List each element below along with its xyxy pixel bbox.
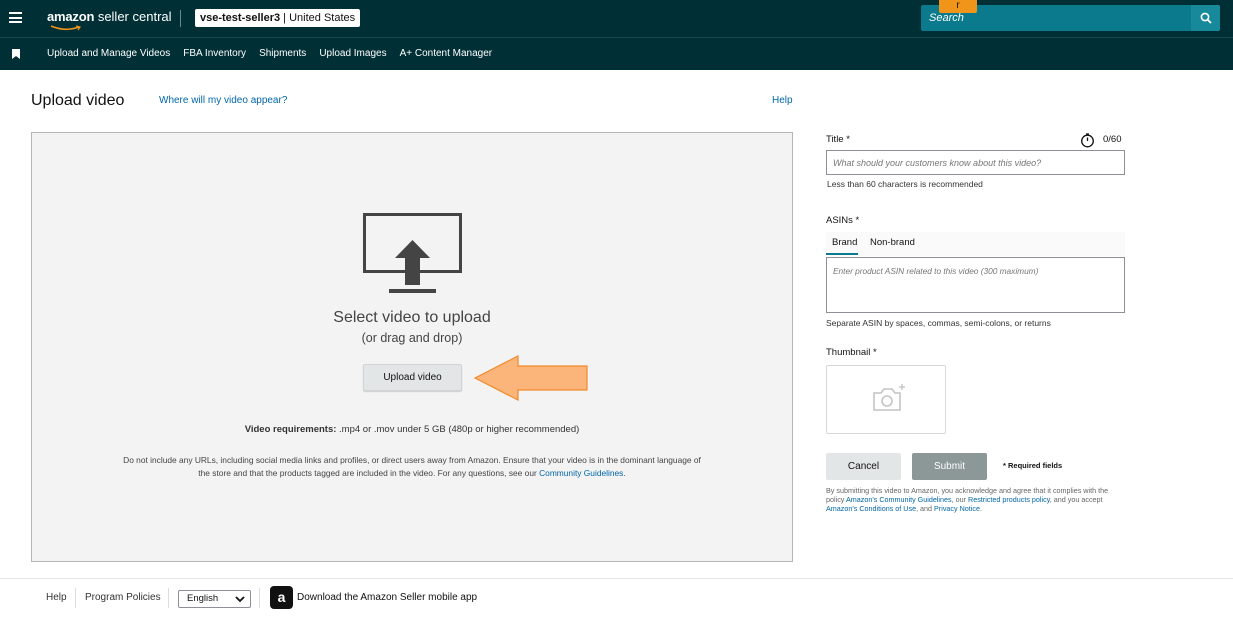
- nav-shipments[interactable]: Shipments: [259, 48, 306, 59]
- account-separator: |: [280, 12, 290, 24]
- logo-brand: amazon: [47, 9, 95, 24]
- footer-separator: [259, 588, 260, 608]
- app-icon-letter: a: [277, 589, 286, 605]
- submit-button[interactable]: Submit: [912, 453, 987, 480]
- nav-bar: Upload and Manage Videos FBA Inventory S…: [0, 37, 1233, 70]
- search-input[interactable]: Search: [929, 12, 964, 24]
- video-requirements-text: .mp4 or .mov under 5 GB (480p or higher …: [336, 424, 580, 435]
- language-select[interactable]: English: [178, 590, 251, 608]
- cancel-button[interactable]: Cancel: [826, 453, 901, 480]
- nav-a-plus-content-manager[interactable]: A+ Content Manager: [400, 48, 493, 59]
- logo-suffix: seller central: [94, 9, 172, 24]
- footer-separator: [168, 588, 169, 608]
- community-guidelines-legal-link[interactable]: Amazon's Community Guidelines: [846, 495, 952, 504]
- legal-notice: By submitting this video to Amazon, you …: [826, 486, 1126, 513]
- select-video-heading: Select video to upload: [333, 309, 491, 326]
- footer-divider: [0, 578, 1233, 579]
- legal-text-4: , and: [916, 504, 935, 513]
- where-video-appear-link[interactable]: Where will my video appear?: [159, 95, 287, 106]
- logo-divider: [180, 10, 181, 27]
- privacy-notice-link[interactable]: Privacy Notice: [934, 504, 980, 513]
- video-requirements: Video requirements: .mp4 or .mov under 5…: [32, 424, 792, 435]
- account-region: United States: [289, 12, 356, 24]
- title-char-count: 0/60: [1103, 134, 1122, 145]
- account-name: vse-test-seller3: [200, 12, 281, 24]
- legal-text-2: , our: [951, 495, 969, 504]
- asin-hint: Separate ASIN by spaces, commas, semi-co…: [826, 318, 1051, 328]
- nav-items: Upload and Manage Videos FBA Inventory S…: [47, 48, 492, 59]
- title-label: Title *: [826, 134, 850, 145]
- amazon-app-icon[interactable]: a: [270, 586, 293, 609]
- drag-drop-hint: (or drag and drop): [361, 331, 463, 345]
- restricted-products-link[interactable]: Restricted products policy: [968, 495, 1050, 504]
- tab-non-brand[interactable]: Non-brand: [870, 237, 915, 248]
- video-drop-zone[interactable]: Select video to upload (or drag and drop…: [31, 132, 793, 562]
- nav-upload-manage-videos[interactable]: Upload and Manage Videos: [47, 48, 170, 59]
- community-guidelines-link[interactable]: Community Guidelines: [539, 468, 623, 478]
- policy-end: .: [623, 468, 626, 478]
- title-input[interactable]: [826, 150, 1125, 175]
- active-tab-indicator: [826, 253, 858, 255]
- hamburger-menu-icon[interactable]: [9, 12, 22, 23]
- language-value: English: [187, 593, 219, 604]
- top-bar: amazon seller central vse-test-seller3 |…: [0, 0, 1233, 37]
- bookmark-icon[interactable]: [12, 49, 20, 59]
- amazon-seller-central-logo[interactable]: amazon seller central: [47, 9, 172, 31]
- asin-input[interactable]: [826, 257, 1125, 313]
- help-link[interactable]: Help: [772, 95, 793, 106]
- conditions-of-use-link[interactable]: Amazon's Conditions of Use: [826, 504, 916, 513]
- asins-label: ASINs *: [826, 215, 860, 226]
- feedback-badge[interactable]: r: [939, 0, 977, 13]
- page-title: Upload video: [31, 92, 125, 109]
- chevron-down-icon: [235, 596, 245, 603]
- annotation-arrow-icon: [473, 355, 588, 401]
- smile-icon: [50, 25, 81, 31]
- tab-brand[interactable]: Brand: [832, 237, 857, 248]
- asin-tabs: Brand Non-brand: [826, 232, 1125, 256]
- footer-separator: [75, 588, 76, 608]
- thumbnail-upload-box[interactable]: [826, 365, 946, 434]
- thumbnail-label: Thumbnail *: [826, 347, 877, 358]
- account-switcher[interactable]: vse-test-seller3 | United States: [195, 9, 361, 27]
- footer-help-link[interactable]: Help: [46, 592, 67, 603]
- program-policies-link[interactable]: Program Policies: [85, 592, 161, 603]
- title-hint: Less than 60 characters is recommended: [827, 179, 983, 189]
- nav-fba-inventory[interactable]: FBA Inventory: [183, 48, 246, 59]
- download-app-link[interactable]: Download the Amazon Seller mobile app: [297, 592, 477, 603]
- legal-text-5: .: [979, 504, 982, 513]
- search-button[interactable]: [1191, 5, 1220, 31]
- upload-video-button[interactable]: Upload video: [363, 364, 462, 391]
- upload-policy-text: Do not include any URLs, including socia…: [122, 454, 702, 480]
- upload-monitor-icon: [363, 213, 462, 293]
- video-requirements-label: Video requirements:: [244, 424, 337, 435]
- search-icon: [1200, 12, 1212, 24]
- add-photo-icon: [873, 384, 905, 411]
- timer-icon: [1081, 133, 1094, 148]
- legal-text-3: , and you accept: [1049, 495, 1103, 504]
- nav-upload-images[interactable]: Upload Images: [319, 48, 386, 59]
- required-fields-note: * Required fields: [1003, 461, 1063, 470]
